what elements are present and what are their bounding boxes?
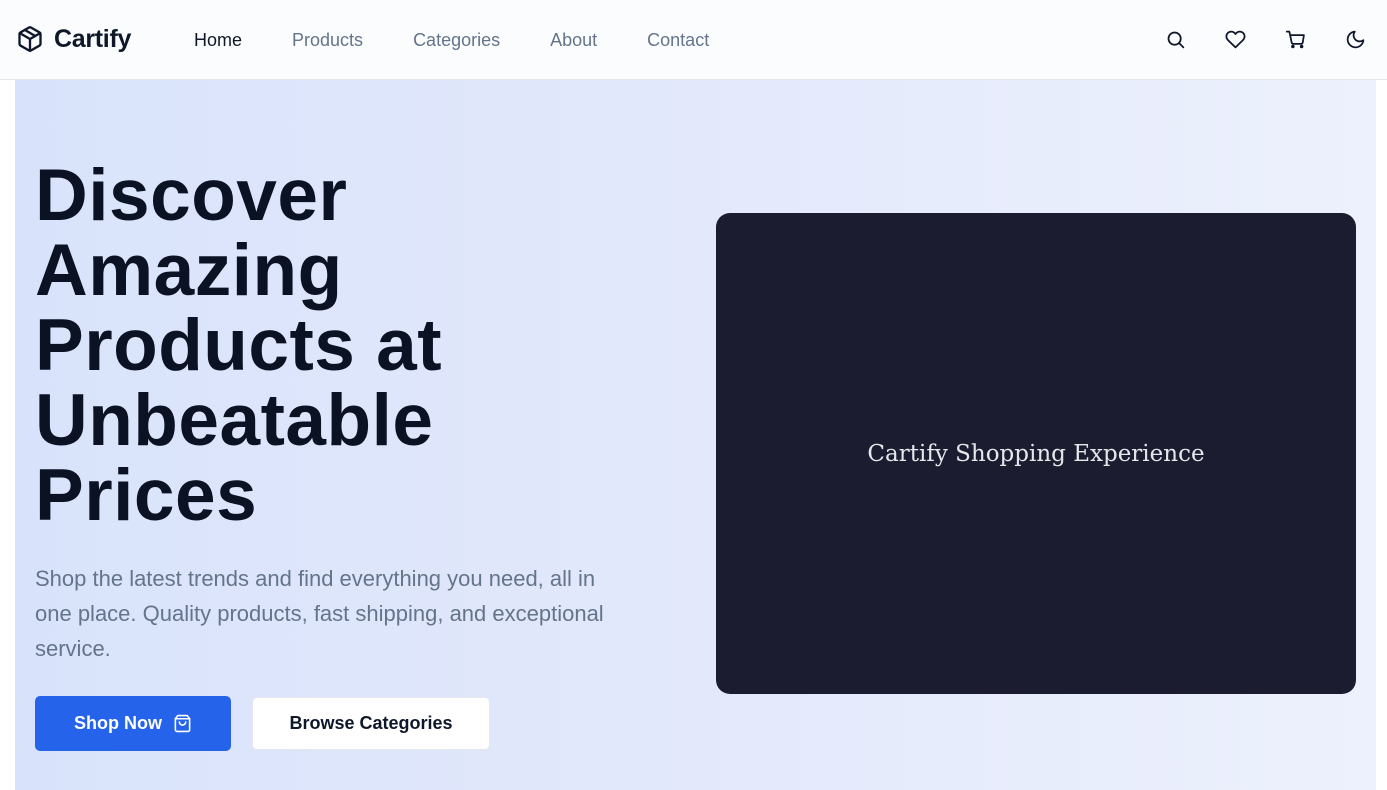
navbar: Cartify Home Products Categories About C… (0, 0, 1387, 80)
wishlist-button[interactable] (1223, 25, 1247, 53)
search-button[interactable] (1163, 25, 1187, 53)
heart-icon (1225, 30, 1245, 48)
hero-title: Discover Amazing Products at Unbeatable … (35, 155, 443, 536)
nav-link-products[interactable]: Products (292, 28, 363, 52)
hero-section: Discover Amazing Products at Unbeatable … (15, 80, 1376, 790)
shop-now-label: Shop Now (74, 713, 162, 733)
search-icon (1167, 31, 1184, 48)
browse-categories-button[interactable]: Browse Categories (252, 697, 490, 750)
nav-actions (1163, 25, 1367, 53)
cart-icon (1285, 30, 1305, 48)
hero-subtitle: Shop the latest trends and find everythi… (35, 566, 604, 661)
theme-toggle-button[interactable] (1343, 25, 1367, 53)
hero-image-caption: Cartify Shopping Experience (867, 440, 1205, 467)
brand-logo[interactable]: Cartify (16, 24, 131, 54)
hero-image: Cartify Shopping Experience (716, 213, 1356, 694)
moon-icon (1346, 30, 1364, 48)
shop-now-button[interactable]: Shop Now (35, 696, 231, 751)
nav-link-about[interactable]: About (550, 28, 597, 52)
nav-link-categories[interactable]: Categories (413, 28, 500, 52)
nav-link-contact[interactable]: Contact (647, 28, 709, 52)
main-nav: Home Products Categories About Contact (194, 28, 759, 52)
shopping-bag-icon (174, 714, 191, 733)
cart-button[interactable] (1283, 25, 1307, 53)
brand-name: Cartify (54, 24, 132, 53)
nav-link-home[interactable]: Home (194, 28, 242, 52)
box-icon (18, 26, 42, 52)
